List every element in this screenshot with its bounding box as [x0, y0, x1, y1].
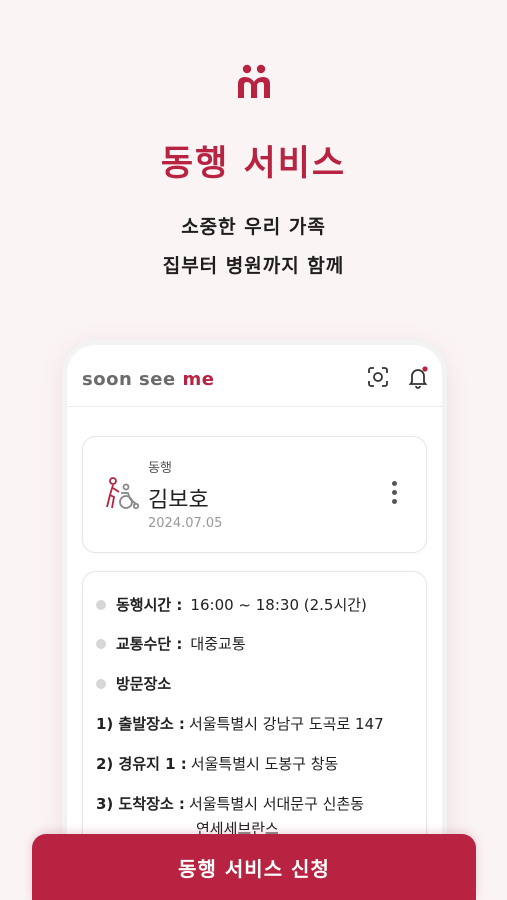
- service-type-label: 동행: [148, 461, 172, 476]
- service-date: 2024.07.05: [148, 516, 223, 531]
- detail-row-time: 동행시간 :16:00 ~ 18:30 (2.5시간): [96, 594, 416, 615]
- hero-title: 동행 서비스: [160, 144, 347, 184]
- bullet-icon: [96, 599, 106, 610]
- bullet-icon: [96, 638, 106, 649]
- logo-icon: [238, 64, 270, 98]
- place-item: 1) 출발장소 : 서울특별시 강남구 도곡로 147: [96, 715, 384, 733]
- place-item: 3) 도착장소 : 서울특별시 서대문구 신촌동: [96, 795, 365, 813]
- apply-service-button[interactable]: 동행 서비스 신청: [32, 834, 476, 900]
- person-name: 김보호: [148, 488, 209, 513]
- more-options-icon[interactable]: [386, 479, 402, 511]
- brand-logo: soon see me: [82, 369, 215, 390]
- scan-icon[interactable]: [366, 365, 390, 389]
- bell-icon[interactable]: [406, 365, 430, 389]
- app-header: soon see me: [67, 345, 442, 407]
- wheelchair-companion-icon: [106, 477, 140, 510]
- place-item: 2) 경유지 1 : 서울특별시 도봉구 창동: [96, 755, 339, 773]
- hero-subtitle-line2: 집부터 병원까지 함께: [162, 255, 345, 277]
- service-details-card: 동행시간 :16:00 ~ 18:30 (2.5시간) 교통수단 : 대중교통 방…: [82, 571, 427, 871]
- phone-mockup: soon see me 동행 김보호 2024.07.05 동행시간: 16:…: [62, 340, 447, 900]
- hero-subtitle-line1: 소중한 우리 가족: [181, 216, 326, 238]
- service-profile-card[interactable]: 동행 김보호 2024.07.05: [82, 436, 427, 553]
- detail-row-transport: 교통수단 : 대중교통: [96, 633, 416, 654]
- bullet-icon: [96, 678, 106, 689]
- detail-row-places: 방문장소: [96, 673, 416, 694]
